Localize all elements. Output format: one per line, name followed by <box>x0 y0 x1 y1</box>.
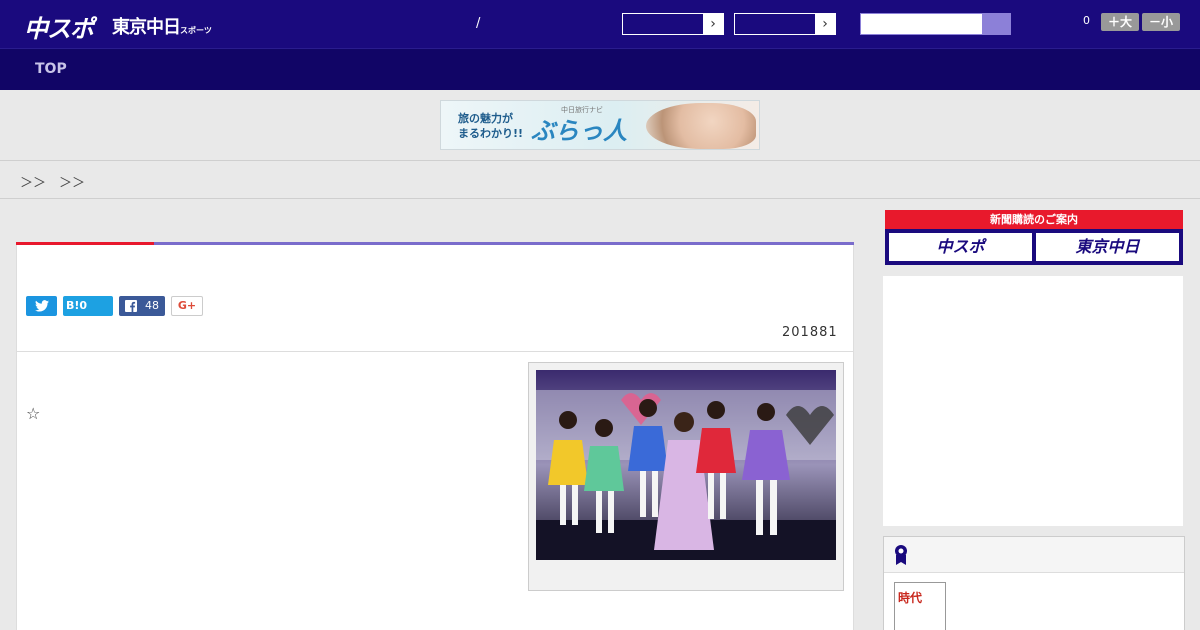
sidebar-ad[interactable] <box>883 276 1183 526</box>
subscription-box: 新聞購読のご案内 中スポ 東京中日 <box>885 210 1183 265</box>
divider <box>0 160 1200 161</box>
twitter-share-button[interactable] <box>26 296 57 316</box>
tokyo-chunichi-logo[interactable]: 東京中日スポーツ <box>112 13 212 39</box>
header-bar: 中スポ 東京中日スポーツ / › › 0 ＋大 －小 <box>0 0 1200 48</box>
article-photo[interactable] <box>536 370 836 560</box>
category-select-1[interactable]: › <box>622 13 724 35</box>
select-field-2 <box>735 14 815 34</box>
hatena-bookmark-button[interactable]: B!0 <box>63 296 113 316</box>
facebook-share-button[interactable]: 48 <box>119 296 165 316</box>
nav-item-top[interactable]: TOP <box>35 61 67 77</box>
search-button[interactable] <box>982 14 1010 34</box>
idol-group-photo <box>536 370 836 560</box>
font-smaller-button[interactable]: －小 <box>1142 13 1180 31</box>
counter-text: 0 <box>1083 14 1090 27</box>
font-larger-button[interactable]: ＋大 <box>1101 13 1139 31</box>
chevron-right-icon: › <box>703 14 723 34</box>
facebook-share-count: 48 <box>145 299 159 312</box>
banner-line1: 旅の魅力が <box>458 112 513 125</box>
twitter-icon <box>34 300 49 312</box>
ribbon-icon <box>895 545 907 565</box>
divider <box>0 198 1200 199</box>
subscribe-tokyo-button[interactable]: 東京中日 <box>1036 233 1179 261</box>
main-nav: TOP <box>0 48 1200 90</box>
article-divider <box>16 351 854 352</box>
banner-copy: 旅の魅力が まるわかり!! <box>458 111 523 141</box>
category-select-2[interactable]: › <box>734 13 836 35</box>
star-text: ☆ <box>26 404 41 423</box>
search-input[interactable] <box>860 13 1011 35</box>
ad-banner[interactable]: 旅の魅力が まるわかり!! 中日旅行ナビ ぶらっ人 <box>440 100 760 150</box>
banner-brand: ぶらっ人 <box>531 116 627 145</box>
tokyo-logo-small: スポーツ <box>180 26 212 35</box>
subscription-title: 新聞購読のご案内 <box>885 210 1183 229</box>
google-plus-share-button[interactable]: G+ <box>171 296 203 316</box>
chuspo-logo[interactable]: 中スポ <box>24 9 94 44</box>
header-separator: / <box>476 16 481 31</box>
banner-photo <box>646 103 756 149</box>
book-thumbnail[interactable]: 時代 <box>894 582 946 630</box>
subscribe-chuspo-button[interactable]: 中スポ <box>889 233 1032 261</box>
chevron-right-icon: › <box>815 14 835 34</box>
widget-header <box>884 537 1184 573</box>
banner-line2: まるわかり!! <box>458 127 524 140</box>
article-accent-red <box>16 242 154 245</box>
sidebar-widget: 時代 <box>883 536 1185 630</box>
select-field-1 <box>623 14 703 34</box>
tokyo-logo-text: 東京中日 <box>112 17 181 38</box>
article-accent-purple <box>154 242 854 245</box>
facebook-icon <box>125 300 137 312</box>
book-title: 時代 <box>898 591 923 605</box>
breadcrumb[interactable]: ＞＞ ＞＞ <box>20 172 85 191</box>
article-date: 201881 <box>782 325 838 340</box>
